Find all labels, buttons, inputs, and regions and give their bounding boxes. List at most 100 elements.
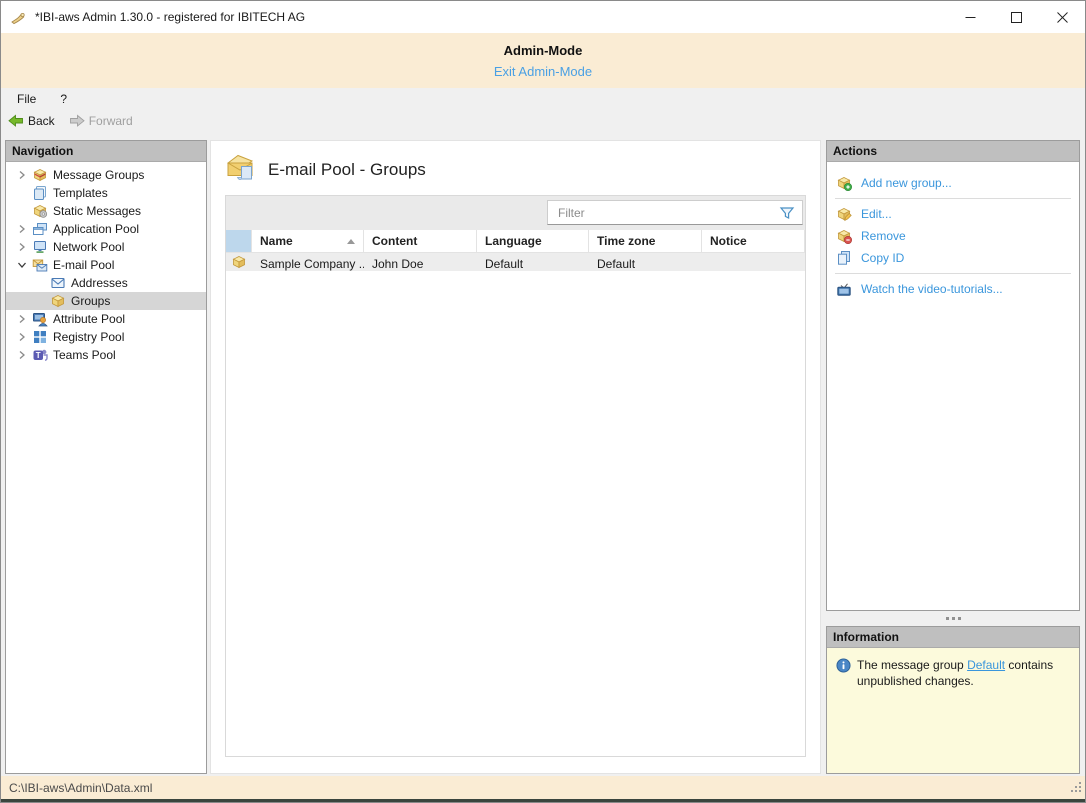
nav-item-attribute-pool[interactable]: Attribute Pool [6,310,206,328]
nav-item-static-messages[interactable]: Static Messages [6,202,206,220]
edit-group-icon [836,206,852,222]
actions-separator [835,198,1071,199]
nav-item-e-mail-pool[interactable]: E-mail Pool [6,256,206,274]
nav-item-label: Message Groups [53,168,145,182]
column-header-notice[interactable]: Notice [702,230,805,252]
chevron-right-icon[interactable] [12,330,32,344]
admin-mode-label: Admin-Mode [503,42,583,58]
filter-funnel-icon[interactable] [779,205,795,221]
action-label: Remove [861,229,906,243]
nav-item-network-pool[interactable]: Network Pool [6,238,206,256]
table-cell [702,253,805,271]
information-body: The message group Default contains unpub… [827,648,1079,689]
copy-id-icon [836,250,852,266]
attribute-pool-icon [32,311,48,327]
app-window: *IBI-aws Admin 1.30.0 - registered for I… [0,0,1086,803]
add-group-icon [836,175,852,191]
column-icon-header[interactable] [226,230,252,252]
nav-item-registry-pool[interactable]: Registry Pool [6,328,206,346]
column-header-time-zone[interactable]: Time zone [589,230,702,252]
column-header-name[interactable]: Name [252,230,364,252]
actions-list: Add new group... Edit... Remove Copy ID Watc… [827,162,1079,300]
chevron-right-icon[interactable] [12,222,32,236]
resize-grip[interactable] [1069,780,1082,796]
nav-item-label: Addresses [71,276,128,290]
groups-table: NameContentLanguageTime zoneNotice Sampl… [225,195,806,757]
remove-group-icon [836,228,852,244]
page-title: E-mail Pool - Groups [268,160,426,179]
forward-label: Forward [88,114,133,128]
menu-file[interactable]: File [17,92,36,106]
templates-icon [32,185,48,201]
filter-input[interactable] [547,200,803,225]
forward-button[interactable]: Forward [69,113,133,129]
groups-icon [231,254,247,270]
email-pool-groups-icon [225,153,256,187]
chevron-right-icon[interactable] [12,312,32,326]
statusbar: C:\IBI-aws\Admin\Data.xml [1,776,1085,799]
table-cell: Default [597,257,636,271]
chevron-down-icon[interactable] [12,258,32,272]
table-empty-area [226,271,805,756]
main-panel: E-mail Pool - Groups NameContentLanguage… [210,140,821,774]
column-header-language[interactable]: Language [477,230,589,252]
app-icon[interactable] [10,9,27,26]
action-label: Watch the video-tutorials... [861,282,1003,296]
back-arrow-icon [8,113,24,129]
panel-splitter[interactable] [826,611,1080,626]
titlebar: *IBI-aws Admin 1.30.0 - registered for I… [1,1,1085,33]
column-header-content[interactable]: Content [364,230,477,252]
action-remove[interactable]: Remove [827,225,1079,247]
nav-item-label: Teams Pool [53,348,116,362]
chevron-right-icon[interactable] [12,240,32,254]
nav-item-teams-pool[interactable]: T Teams Pool [6,346,206,364]
table-cell: Default [485,257,524,271]
nav-item-groups[interactable]: Groups [6,292,206,310]
menu-help[interactable]: ? [60,92,67,106]
nav-item-label: E-mail Pool [53,258,115,272]
nav-item-addresses[interactable]: Addresses [6,274,206,292]
network-pool-icon [32,239,48,255]
svg-text:T: T [36,351,41,360]
back-label: Back [28,114,55,128]
window-title: *IBI-aws Admin 1.30.0 - registered for I… [35,10,306,24]
nav-item-templates[interactable]: Templates [6,184,206,202]
maximize-icon[interactable] [993,1,1039,33]
minimize-icon[interactable] [947,1,993,33]
action-edit[interactable]: Edit... [827,203,1079,225]
workspace: Navigation Message Groups Templates Static… [1,133,1085,776]
action-watch-the-video-tutorials[interactable]: Watch the video-tutorials... [827,278,1079,300]
action-label: Edit... [861,207,892,221]
nav-item-label: Application Pool [53,222,140,236]
navigation-panel: Navigation Message Groups Templates Static… [5,140,207,774]
information-header: Information [827,627,1079,648]
nav-item-label: Registry Pool [53,330,125,344]
window-bottom-edge [1,799,1085,802]
nav-item-application-pool[interactable]: Application Pool [6,220,206,238]
chevron-right-icon[interactable] [12,168,32,182]
actions-separator [835,273,1071,274]
filter-bar [226,196,805,230]
exit-admin-mode-link[interactable]: Exit Admin-Mode [494,64,592,79]
teams-pool-icon: T [32,347,48,363]
window-controls [947,1,1085,33]
chevron-right-icon[interactable] [12,348,32,362]
nav-item-message-groups[interactable]: Message Groups [6,166,206,184]
nav-item-label: Network Pool [53,240,125,254]
action-label: Copy ID [861,251,905,265]
actions-header: Actions [827,141,1079,162]
groups-icon [50,293,66,309]
default-group-link[interactable]: Default [967,658,1005,672]
forward-arrow-icon [69,113,85,129]
table-row[interactable]: Sample Company ... John Doe Default Default [226,253,805,271]
table-cell: Sample Company ... [260,257,364,271]
nav-item-label: Templates [53,186,108,200]
actions-panel: Actions Add new group... Edit... Remove Cop… [826,140,1080,611]
back-button[interactable]: Back [8,113,55,129]
action-copy-id[interactable]: Copy ID [827,247,1079,269]
menubar: File ? [1,88,1085,109]
action-add-new-group[interactable]: Add new group... [827,172,1079,194]
close-icon[interactable] [1039,1,1085,33]
video-tutorials-icon [836,281,852,297]
right-column: Actions Add new group... Edit... Remove Cop… [826,140,1080,774]
